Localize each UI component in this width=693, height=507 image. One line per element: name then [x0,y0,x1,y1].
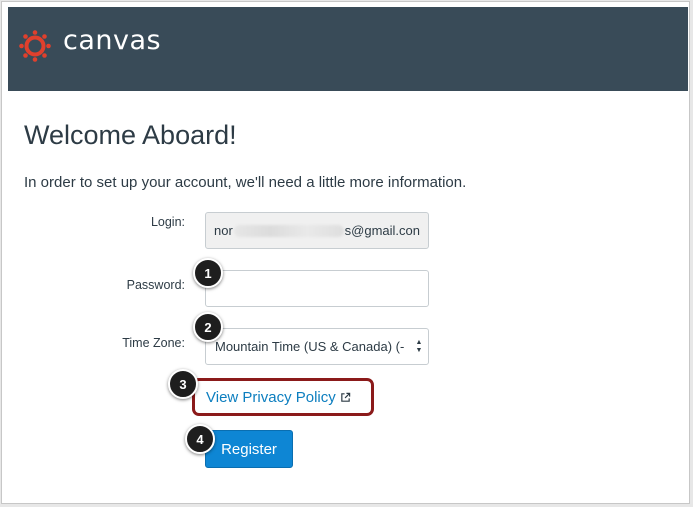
timezone-select[interactable]: Mountain Time (US & Canada) (- ▲ ▼ [205,328,429,365]
timezone-label: Time Zone: [122,336,185,350]
intro-text: In order to set up your account, we'll n… [24,174,467,191]
privacy-policy-label: View Privacy Policy [206,389,336,406]
password-input[interactable] [205,270,429,307]
callout-badge-2: 2 [193,312,223,342]
header-bar: canvas [8,7,688,91]
canvas-logo-icon[interactable] [19,30,51,62]
callout-badge-4: 4 [185,424,215,454]
callout-badge-1: 1 [193,258,223,288]
brand-name: canvas [63,25,162,56]
login-value-start: nor [214,223,233,238]
redacted-text [233,224,344,237]
callout-badge-3: 3 [168,369,198,399]
login-label: Login: [150,215,185,229]
app-window: canvas Welcome Aboard! In order to set u… [1,1,690,504]
login-value-end: s@gmail.con [344,223,420,238]
timezone-selected-value: Mountain Time (US & Canada) (- [215,339,405,354]
login-field: nor s@gmail.con [205,212,429,249]
password-label: Password: [126,278,185,292]
register-button[interactable]: Register [205,430,293,468]
privacy-policy-link[interactable]: View Privacy Policy [206,389,351,406]
select-arrows-icon: ▲ ▼ [415,338,423,354]
external-link-icon [341,392,350,402]
page-title: Welcome Aboard! [24,120,237,150]
